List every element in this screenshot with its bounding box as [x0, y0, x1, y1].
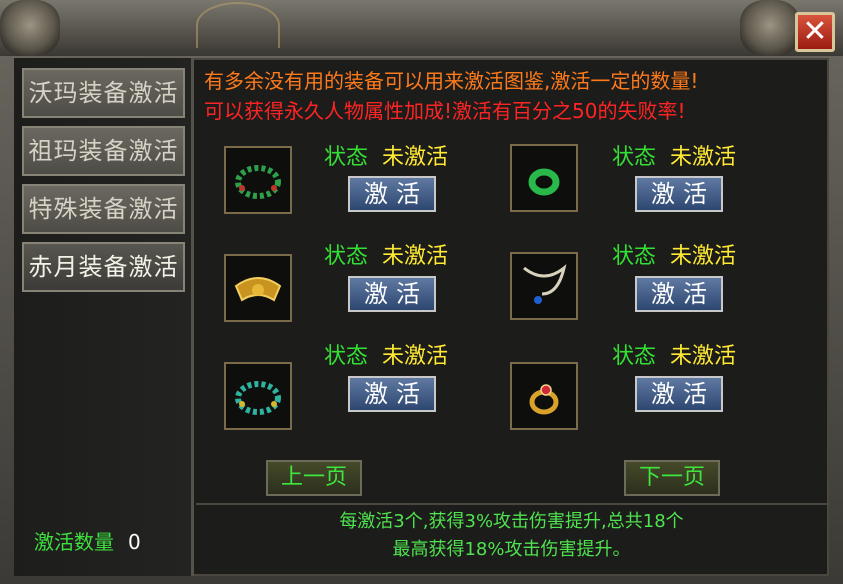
- activate-button[interactable]: 激活: [635, 176, 723, 212]
- item-slot[interactable]: [224, 362, 292, 430]
- activation-count-value: 0: [128, 530, 141, 554]
- status-value: 未激活: [382, 145, 449, 170]
- dragon-ornament-right-icon: [740, 0, 800, 56]
- notice-line-1: 有多余没有用的装备可以用来激活图鉴,激活一定的数量!: [204, 69, 699, 93]
- next-page-button[interactable]: 下一页: [624, 460, 720, 496]
- sapphire-necklace-icon: [523, 264, 567, 304]
- tab-special[interactable]: 特殊装备激活: [22, 184, 185, 234]
- status-value: 未激活: [382, 344, 449, 369]
- status-label: 状态: [324, 344, 369, 369]
- item-status: 状态 未激活: [324, 238, 448, 270]
- item-status: 状态 未激活: [612, 338, 736, 370]
- tab-woma[interactable]: 沃玛装备激活: [22, 68, 185, 118]
- activation-window: ✕ 沃玛装备激活 祖玛装备激活 特殊装备激活 赤月装备激活 有多余没有用的装备可…: [0, 0, 843, 584]
- tab-zuma[interactable]: 祖玛装备激活: [22, 126, 185, 176]
- title-bar: [0, 0, 843, 56]
- bonus-info: 每激活3个,获得3%攻击伤害提升,总共18个 最高获得18%攻击伤害提升。: [196, 508, 827, 564]
- activate-button[interactable]: 激活: [348, 176, 436, 212]
- green-bead-bracelet-icon: [235, 165, 281, 199]
- status-label: 状态: [612, 244, 657, 269]
- golden-bracer-icon: [234, 277, 282, 302]
- activation-count: 激活数量 0: [34, 526, 141, 555]
- item-status: 状态 未激活: [324, 139, 448, 171]
- status-value: 未激活: [670, 244, 737, 269]
- status-label: 状态: [612, 145, 657, 170]
- notice-text: 有多余没有用的装备可以用来激活图鉴,激活一定的数量! 可以获得永久人物属性加成!…: [204, 66, 824, 126]
- item-slot[interactable]: [510, 144, 578, 212]
- notice-line-2: 可以获得永久人物属性加成!激活有百分之50的失败率!: [204, 99, 686, 123]
- activate-button[interactable]: 激活: [348, 376, 436, 412]
- prev-page-button[interactable]: 上一页: [266, 460, 362, 496]
- divider: [196, 503, 827, 505]
- item-slot[interactable]: [224, 146, 292, 214]
- activate-button[interactable]: 激活: [635, 276, 723, 312]
- crest-ornament-icon: [196, 2, 280, 48]
- ruby-gold-ring-icon: [529, 384, 559, 415]
- jade-ring-icon: [528, 168, 560, 196]
- status-label: 状态: [324, 145, 369, 170]
- status-value: 未激活: [382, 244, 449, 269]
- close-button[interactable]: ✕: [795, 12, 835, 52]
- activate-button[interactable]: 激活: [635, 376, 723, 412]
- item-slot[interactable]: [510, 362, 578, 430]
- status-value: 未激活: [670, 145, 737, 170]
- item-slot[interactable]: [224, 254, 292, 322]
- item-status: 状态 未激活: [612, 139, 736, 171]
- bonus-line-2: 最高获得18%攻击伤害提升。: [392, 539, 631, 560]
- dragon-ornament-left-icon: [0, 0, 60, 56]
- turquoise-bracelet-icon: [235, 381, 281, 415]
- tab-chiyue[interactable]: 赤月装备激活: [22, 242, 185, 292]
- item-status: 状态 未激活: [612, 238, 736, 270]
- bonus-line-1: 每激活3个,获得3%攻击伤害提升,总共18个: [339, 511, 684, 532]
- activation-count-label: 激活数量: [34, 530, 114, 554]
- status-value: 未激活: [670, 344, 737, 369]
- activate-button[interactable]: 激活: [348, 276, 436, 312]
- item-status: 状态 未激活: [324, 338, 448, 370]
- status-label: 状态: [324, 244, 369, 269]
- item-slot[interactable]: [510, 252, 578, 320]
- status-label: 状态: [612, 344, 657, 369]
